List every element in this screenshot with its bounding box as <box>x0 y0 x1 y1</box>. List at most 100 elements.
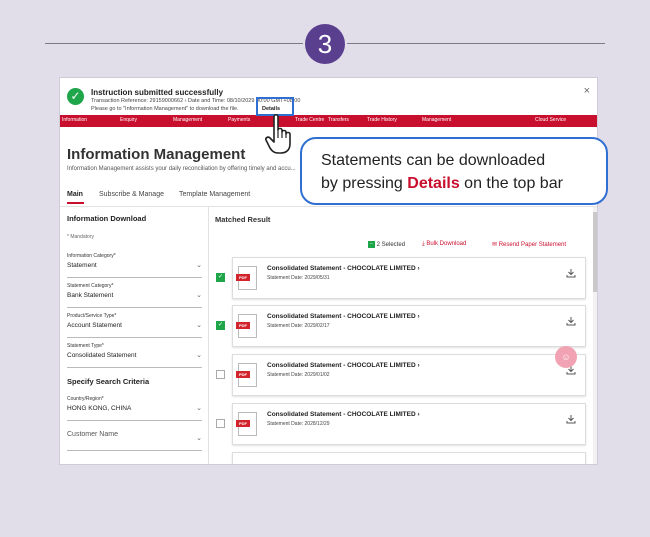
pdf-icon: PDF <box>236 412 257 436</box>
resend-paper-statement-button[interactable]: ✉ Resend Paper Statement <box>492 241 566 248</box>
download-icon[interactable] <box>566 316 576 326</box>
field-label: Information Category* <box>67 253 116 259</box>
selected-count: − 2 Selected <box>368 241 405 248</box>
field-value: HONG KONG, CHINA <box>67 405 132 412</box>
toast-instruction: Please go to "Information Management" to… <box>91 106 239 112</box>
country-region-select[interactable]: Country/Region* HONG KONG, CHINA ⌄ <box>67 396 202 421</box>
callout-line-2-suffix: on the top bar <box>459 175 563 192</box>
statement-category-select[interactable]: Statement Category* Bank Statement ⌄ <box>67 283 202 308</box>
nav-item[interactable]: Payments <box>228 117 250 123</box>
statement-row[interactable]: PDF Consolidated Statement - CHOCOLATE L… <box>232 354 586 396</box>
hand-pointer-icon <box>265 113 291 154</box>
pdf-tag: PDF <box>236 420 250 427</box>
tab-template-management[interactable]: Template Management <box>179 191 250 198</box>
information-category-select[interactable]: Information Category* Statement ⌄ <box>67 253 202 278</box>
field-value: Account Statement <box>67 322 122 329</box>
close-icon[interactable]: × <box>584 85 590 97</box>
statement-name[interactable]: Consolidated Statement - CHOCOLATE LIMIT… <box>267 411 420 418</box>
field-value: Consolidated Statement <box>67 352 137 359</box>
filter-panel: Information Download * Mandatory Informa… <box>60 207 209 464</box>
statement-date: Statement Date: 2028/12/29 <box>267 421 330 427</box>
divider-right <box>347 43 605 44</box>
check-circle-icon: ✓ <box>67 88 84 105</box>
success-toast: ✓ Instruction submitted successfully Tra… <box>60 78 597 116</box>
customer-name-input[interactable]: Customer Name ⌄ <box>67 426 202 451</box>
chevron-down-icon: ⌄ <box>196 292 202 299</box>
minus-checkbox-icon: − <box>368 241 375 248</box>
mandatory-note: * Mandatory <box>67 234 94 240</box>
tab-label: Main <box>67 191 83 198</box>
nav-item[interactable]: Enquiry <box>120 117 137 123</box>
chat-assistant-icon[interactable]: ☺ <box>555 346 577 368</box>
tab-main[interactable]: Main <box>67 191 84 204</box>
field-value: Bank Statement <box>67 292 114 299</box>
bulk-download-button[interactable]: ⤓ Bulk Download <box>422 241 466 248</box>
active-tab-indicator <box>67 202 84 204</box>
nav-item[interactable]: Information <box>62 117 87 123</box>
statement-name[interactable]: Consolidated Statement - CHOCOLATE LIMIT… <box>267 265 420 272</box>
info-download-heading: Information Download <box>67 214 147 223</box>
callout-line-1: Statements can be downloaded <box>321 152 546 169</box>
pdf-tag: PDF <box>236 274 250 281</box>
field-value: Statement <box>67 262 97 269</box>
nav-item[interactable]: Transfers <box>328 117 349 123</box>
field-label: Statement Type* <box>67 343 104 349</box>
mail-icon: ✉ <box>492 242 498 248</box>
field-placeholder: Customer Name <box>67 431 118 438</box>
search-criteria-heading: Specify Search Criteria <box>67 377 150 386</box>
callout-line-2-prefix: by pressing <box>321 175 408 192</box>
callout-line-2: by pressing Details on the top bar <box>321 175 563 193</box>
statement-name[interactable]: Consolidated Statement - CHOCOLATE LIMIT… <box>267 313 420 320</box>
nav-item[interactable]: Trade Centre <box>295 117 324 123</box>
nav-item[interactable]: Management <box>173 117 202 123</box>
scrollbar-thumb[interactable] <box>593 212 597 292</box>
field-label: Statement Category* <box>67 283 114 289</box>
pdf-icon: PDF <box>236 266 257 290</box>
statement-date: Statement Date: 2029/02/17 <box>267 323 330 329</box>
chevron-down-icon: ⌄ <box>196 435 202 442</box>
resend-label: Resend Paper Statement <box>498 242 567 248</box>
top-nav-bar: Information Enquiry Management Payments … <box>60 115 597 127</box>
page-subtitle: Information Management assists your dail… <box>67 166 296 172</box>
nav-item[interactable]: Trade History <box>367 117 397 123</box>
chevron-down-icon: ⌄ <box>196 352 202 359</box>
nav-item[interactable]: Management <box>422 117 451 123</box>
chevron-down-icon: ⌄ <box>196 322 202 329</box>
row-checkbox[interactable] <box>216 370 225 379</box>
app-screenshot: ✓ Instruction submitted successfully Tra… <box>60 78 597 464</box>
statement-date: Statement Date: 2029/05/31 <box>267 275 330 281</box>
step-number-badge: 3 <box>305 24 345 64</box>
download-icon[interactable] <box>566 414 576 424</box>
chevron-down-icon: ⌄ <box>196 405 202 412</box>
product-service-type-select[interactable]: Product/Service Type* Account Statement … <box>67 313 202 338</box>
selected-label: 2 Selected <box>376 242 406 249</box>
instruction-callout: Statements can be downloaded by pressing… <box>300 137 608 205</box>
download-icon: ⤓ <box>422 241 425 247</box>
statement-row[interactable]: PDF Consolidated Statement - CHOCOLATE L… <box>232 305 586 347</box>
row-checkbox[interactable] <box>216 419 225 428</box>
bulk-download-label: Bulk Download <box>426 241 467 247</box>
row-checkbox[interactable]: ✓ <box>216 321 225 330</box>
row-checkbox[interactable]: ✓ <box>216 273 225 282</box>
toast-title: Instruction submitted successfully <box>91 88 224 97</box>
statement-date: Statement Date: 2029/01/02 <box>267 372 330 378</box>
field-label: Product/Service Type* <box>67 313 117 319</box>
download-icon[interactable] <box>566 268 576 278</box>
statement-type-select[interactable]: Statement Type* Consolidated Statement ⌄ <box>67 343 202 368</box>
pdf-tag: PDF <box>236 322 250 329</box>
statement-row[interactable]: PDF Consolidated Statement - CHOCOLATE L… <box>232 257 586 299</box>
field-label: Country/Region* <box>67 396 104 402</box>
pdf-icon: PDF <box>236 363 257 387</box>
tab-subscribe-manage[interactable]: Subscribe & Manage <box>99 191 164 198</box>
divider-left <box>45 43 303 44</box>
chevron-down-icon: ⌄ <box>196 262 202 269</box>
nav-item[interactable]: Cloud Service <box>535 117 566 123</box>
pdf-tag: PDF <box>236 371 250 378</box>
pdf-icon: PDF <box>236 314 257 338</box>
statement-row-partial <box>232 452 586 464</box>
matched-result-title: Matched Result <box>215 215 271 224</box>
page-title: Information Management <box>67 146 246 163</box>
statement-row[interactable]: PDF Consolidated Statement - CHOCOLATE L… <box>232 403 586 445</box>
statement-name[interactable]: Consolidated Statement - CHOCOLATE LIMIT… <box>267 362 420 369</box>
callout-details-emphasis: Details <box>407 175 460 192</box>
